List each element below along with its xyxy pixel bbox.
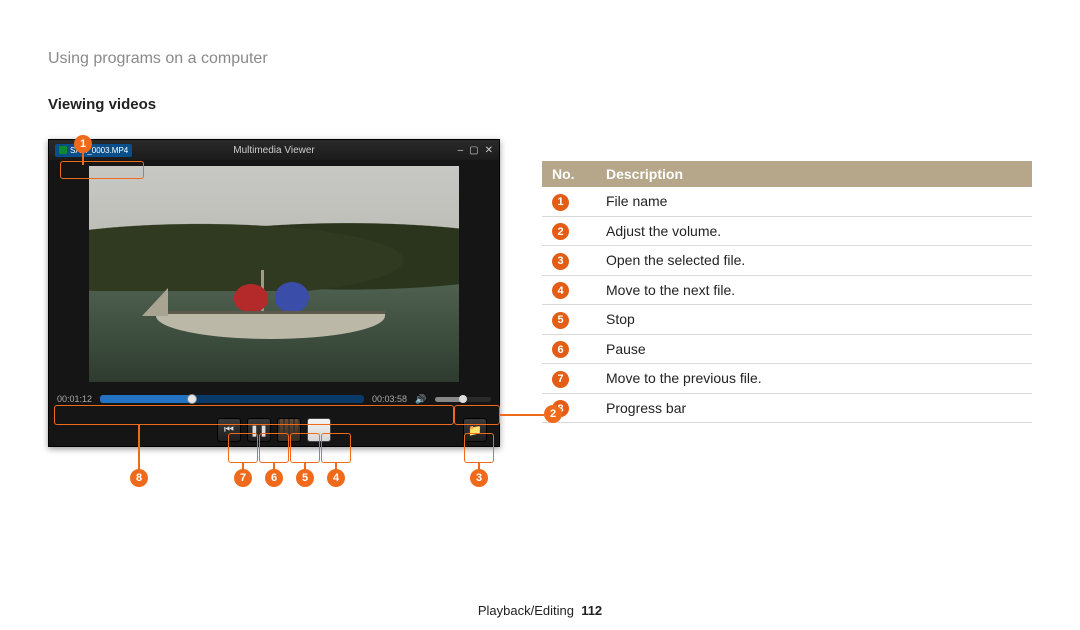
callout-3: 3 [470,469,488,487]
table-row: 8Progress bar [542,393,1032,423]
minimize-icon[interactable]: – [458,145,464,156]
table-row: 4 Move to the next file. [542,275,1032,305]
row-desc: File name [596,187,1032,216]
callout-8: 8 [130,469,148,487]
footer-chapter: Playback/Editing [478,603,574,618]
row-desc: Move to the previous file. [596,364,1032,394]
video-canvas [89,166,459,382]
callout-5-box [290,433,320,463]
callout-2-box [454,405,500,425]
section-title: Viewing videos [48,96,1032,113]
row-badge: 4 [552,282,569,299]
callout-2-line [500,414,544,416]
close-icon[interactable]: ✕ [485,145,493,156]
row-desc: Move to the next file. [596,275,1032,305]
callout-7-box [228,433,258,463]
callout-1-line [82,153,84,165]
callout-1: 1 [74,135,92,153]
callout-6-box [259,433,289,463]
row-desc: Adjust the volume. [596,216,1032,246]
maximize-icon[interactable]: ▢ [469,145,478,156]
row-desc: Progress bar [596,393,1032,423]
callout-1-box [60,161,144,179]
row-badge: 3 [552,253,569,270]
time-elapsed: 00:01:12 [57,394,92,404]
th-no: No. [542,161,596,187]
table-row: 5 Stop [542,305,1032,335]
callout-4: 4 [327,469,345,487]
table-row: 1 File name [542,187,1032,216]
callout-5: 5 [296,469,314,487]
row-badge: 7 [552,371,569,388]
table-row: 6 Pause [542,334,1032,364]
boat-illustration [156,278,385,338]
callout-4-box [321,433,351,463]
filename-chip: SAM_0003.MP4 [55,144,132,157]
time-total: 00:03:58 [372,394,407,404]
volume-icon[interactable]: 🔊 [415,393,427,405]
titlebar: SAM_0003.MP4 Multimedia Viewer – ▢ ✕ [49,140,499,160]
footer-page: 112 [581,603,602,618]
row-badge: 2 [552,223,569,240]
multimedia-viewer-window: SAM_0003.MP4 Multimedia Viewer – ▢ ✕ [48,139,500,447]
page-footer: Playback/Editing 112 [0,603,1080,618]
callout-8-box [54,405,454,425]
row-badge: 6 [552,341,569,358]
player-figure: 1 SAM_0003.MP4 Multimedia Viewer – ▢ ✕ [48,139,518,447]
table-row: 2 Adjust the volume. [542,216,1032,246]
volume-slider[interactable] [435,397,491,402]
table-row: 7 Move to the previous file. [542,364,1032,394]
row-desc: Pause [596,334,1032,364]
row-badge: 5 [552,312,569,329]
reference-table: No. Description 1 File name 2 Adjust the vo… [542,161,1032,423]
callout-8-line [138,425,140,469]
row-badge: 1 [552,194,569,211]
callout-6: 6 [265,469,283,487]
th-desc: Description [596,161,1032,187]
progress-bar[interactable] [100,395,364,403]
table-row: 3 Open the selected file. [542,246,1032,276]
callout-7: 7 [234,469,252,487]
breadcrumb: Using programs on a computer [48,50,1032,68]
callout-3-box [464,433,494,463]
row-desc: Open the selected file. [596,246,1032,276]
row-desc: Stop [596,305,1032,335]
callout-2: 2 [544,405,562,423]
